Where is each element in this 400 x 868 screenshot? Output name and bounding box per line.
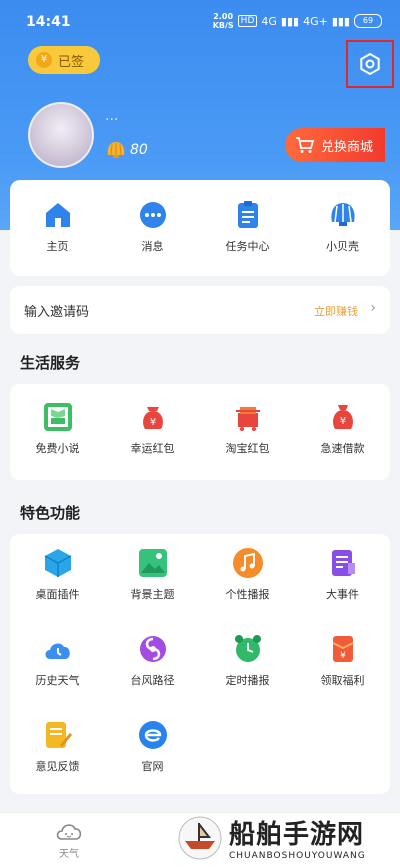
widget-icon (41, 546, 75, 580)
mall-label: 兑换商城 (321, 139, 374, 155)
feature-item-welfare[interactable]: ¥ 领取福利 (295, 632, 390, 688)
username: ... (105, 108, 119, 124)
signed-in-button[interactable]: ¥ 已签 (28, 46, 100, 74)
tab-weather[interactable]: 天气 (44, 819, 94, 860)
life-label-loan: 急速借款 (320, 442, 365, 455)
life-item-lucky-packet[interactable]: ¥ 幸运红包 (105, 400, 200, 456)
watermark-logo-icon (178, 816, 222, 859)
feature-item-events[interactable]: 大事件 (295, 546, 390, 602)
taobao-icon (231, 400, 265, 434)
history-weather-icon (41, 632, 75, 666)
network-speed: 2.00 KB/S (212, 12, 234, 30)
nav-item-shell[interactable]: 小贝壳 (295, 198, 390, 254)
welfare-icon: ¥ (326, 632, 360, 666)
signal-2: 4G+ (303, 14, 328, 28)
music-icon (231, 546, 265, 580)
invite-code-row[interactable]: 输入邀请码 立即赚钱 › (10, 286, 390, 334)
feature-label-welfare: 领取福利 (320, 674, 365, 687)
battery-icon: 69 (354, 14, 382, 28)
feature-label-feedback: 意见反馈 (35, 760, 80, 773)
signal-icon: ▮▮▮ (280, 14, 300, 28)
exchange-mall-button[interactable]: 兑换商城 (285, 128, 385, 162)
life-item-taobao[interactable]: 淘宝红包 (200, 400, 295, 456)
watermark-subtitle: CHUANBOSHOUYOUWANG (229, 851, 366, 861)
shell-small-icon (107, 142, 125, 158)
theme-icon (136, 546, 170, 580)
svg-text:¥: ¥ (149, 417, 155, 428)
site-watermark: 船舶手游网 CHUANBOSHOUYOUWANG (175, 808, 400, 867)
feature-item-widget[interactable]: 桌面插件 (10, 546, 105, 602)
feature-label-website: 官网 (141, 760, 164, 773)
loan-icon: ¥ (326, 400, 360, 434)
chevron-right-icon: › (370, 300, 376, 316)
signal-icon-2: ▮▮▮ (331, 14, 350, 28)
coin-icon: ¥ (36, 52, 52, 68)
quick-nav-card: 主页 消息 任务中心 小贝壳 (10, 180, 390, 276)
feature-item-website[interactable]: 官网 (105, 718, 200, 774)
hd-badge: HD (237, 15, 258, 27)
tab-weather-label: 天气 (59, 849, 79, 860)
svg-text:¥: ¥ (340, 651, 346, 661)
feature-label-timed-broadcast: 定时播报 (225, 674, 270, 687)
life-label-lucky-packet: 幸运红包 (130, 442, 175, 455)
invite-label: 输入邀请码 (24, 305, 90, 320)
feature-label-widget: 桌面插件 (35, 588, 80, 601)
nav-label-messages: 消息 (141, 240, 164, 253)
settings-icon (360, 52, 380, 76)
feedback-icon (41, 718, 75, 752)
feature-label-events: 大事件 (326, 588, 359, 601)
life-services-card: 免费小说 ¥ 幸运红包 淘宝红包 ¥ 急速借款 (10, 384, 390, 480)
feature-item-theme[interactable]: 背景主题 (105, 546, 200, 602)
feature-label-broadcast: 个性播报 (225, 588, 270, 601)
feature-label-history-weather: 历史天气 (35, 674, 80, 687)
red-packet-icon: ¥ (136, 400, 170, 434)
nav-label-shell: 小贝壳 (326, 240, 359, 253)
cart-icon (296, 137, 315, 153)
feature-item-typhoon[interactable]: 台风路径 (105, 632, 200, 688)
message-icon (136, 198, 170, 232)
feature-item-timed-broadcast[interactable]: 定时播报 (200, 632, 295, 688)
shell-count: 80 (130, 142, 148, 158)
event-icon (326, 546, 360, 580)
life-section-title: 生活服务 (20, 354, 81, 372)
status-bar: 14:41 2.00 KB/S HD 4G ▮▮▮ 4G+ ▮▮▮ 69 (0, 0, 400, 40)
status-indicators: 2.00 KB/S HD 4G ▮▮▮ 4G+ ▮▮▮ 69 (213, 12, 382, 30)
life-label-novel: 免费小说 (35, 442, 80, 455)
status-time: 14:41 (26, 14, 71, 30)
life-item-novel[interactable]: 免费小说 (10, 400, 105, 456)
feature-label-typhoon: 台风路径 (130, 674, 175, 687)
feature-item-broadcast[interactable]: 个性播报 (200, 546, 295, 602)
feature-item-feedback[interactable]: 意见反馈 (10, 718, 105, 774)
website-icon (136, 718, 170, 752)
settings-button[interactable] (346, 40, 394, 88)
novel-icon (41, 400, 75, 434)
features-section-title: 特色功能 (20, 504, 81, 522)
alarm-icon (231, 632, 265, 666)
signed-label: 已签 (58, 54, 85, 70)
task-icon (231, 198, 265, 232)
nav-item-home[interactable]: 主页 (10, 198, 105, 254)
signal-1: 4G (261, 14, 277, 28)
life-item-loan[interactable]: ¥ 急速借款 (295, 400, 390, 456)
nav-item-tasks[interactable]: 任务中心 (200, 198, 295, 254)
avatar[interactable] (28, 102, 94, 168)
feature-item-history-weather[interactable]: 历史天气 (10, 632, 105, 688)
feature-label-theme: 背景主题 (130, 588, 175, 601)
invite-action-link[interactable]: 立即赚钱 (314, 303, 358, 319)
shell-icon (326, 198, 360, 232)
weather-tab-icon (56, 824, 82, 840)
nav-item-messages[interactable]: 消息 (105, 198, 200, 254)
life-label-taobao: 淘宝红包 (225, 442, 270, 455)
home-icon (41, 198, 75, 232)
features-card: 桌面插件 背景主题 个性播报 大事件 历史天气 台风路径 定时播报 ¥ 领取福利… (10, 534, 390, 794)
typhoon-icon (136, 632, 170, 666)
shell-balance[interactable]: 80 (106, 141, 148, 159)
nav-label-home: 主页 (46, 240, 69, 253)
watermark-title: 船舶手游网 (229, 820, 365, 850)
nav-label-tasks: 任务中心 (225, 240, 270, 253)
svg-text:¥: ¥ (339, 416, 345, 427)
